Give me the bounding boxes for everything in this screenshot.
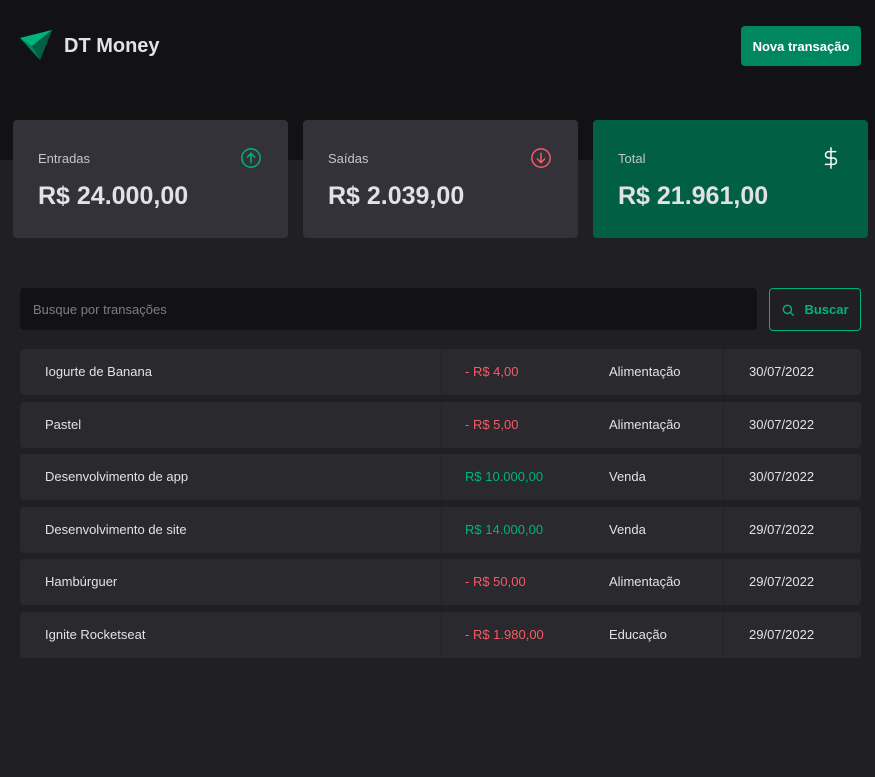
transaction-category: Venda [609,469,646,484]
search-button-label: Buscar [804,302,849,317]
cell-divider [441,401,442,448]
summary-card-income: Entradas R$ 24.000,00 [13,120,288,238]
transaction-category: Alimentação [609,416,681,432]
transaction-description: Ignite Rocketseat [45,626,146,642]
cell-divider [723,611,724,658]
transaction-category: Alimentação [609,574,681,589]
cell-divider [723,559,724,605]
transaction-date: 30/07/2022 [749,364,815,379]
transaction-price: R$ 10.000,00 [465,469,544,484]
transactions-table: Iogurte de Banana - R$ 4,00 Alimentação … [20,349,861,664]
table-row[interactable]: Desenvolvimento de app R$ 10.000,00 Vend… [20,454,861,500]
search-button[interactable]: Buscar [769,288,861,331]
new-transaction-button[interactable]: Nova transação [741,26,861,66]
logo: DT Money [20,30,160,62]
transaction-date: 29/07/2022 [749,574,815,589]
arrow-circle-up-icon [241,148,261,168]
summary-card-total: Total R$ 21.961,00 [593,120,868,238]
transaction-description: Hambúrguer [45,574,118,589]
transaction-category: Educação [609,626,667,642]
cell-divider [441,349,442,395]
arrow-circle-down-icon [531,148,551,168]
transaction-date: 30/07/2022 [749,469,815,484]
summary-label: Total [618,151,646,166]
transaction-price: - R$ 5,00 [465,416,519,432]
table-row[interactable]: Pastel - R$ 5,00 Alimentação 30/07/2022 [20,401,861,448]
cell-divider [723,454,724,500]
transaction-price: R$ 14.000,00 [465,521,544,537]
summary-label: Entradas [38,151,91,166]
dollar-icon [824,147,838,169]
summary-value: R$ 24.000,00 [38,182,189,210]
transaction-date: 29/07/2022 [749,521,815,537]
app-title: DT Money [64,34,160,57]
search-input[interactable] [20,288,757,330]
cell-divider [723,401,724,448]
summary-value: R$ 21.961,00 [618,182,769,210]
summary-label: Saídas [328,151,369,166]
transaction-date: 29/07/2022 [749,626,815,642]
cell-divider [441,611,442,658]
cell-divider [441,506,442,553]
transaction-category: Alimentação [609,364,681,379]
table-row[interactable]: Hambúrguer - R$ 50,00 Alimentação 29/07/… [20,559,861,605]
transaction-price: - R$ 1.980,00 [465,626,544,642]
cell-divider [441,559,442,605]
transaction-date: 30/07/2022 [749,416,815,432]
transaction-description: Desenvolvimento de site [45,521,187,537]
table-row[interactable]: Ignite Rocketseat - R$ 1.980,00 Educação… [20,611,861,658]
transaction-price: - R$ 4,00 [465,364,519,379]
search-icon [783,304,795,316]
cell-divider [723,506,724,553]
transaction-description: Desenvolvimento de app [45,469,189,484]
table-row[interactable]: Iogurte de Banana - R$ 4,00 Alimentação … [20,349,861,395]
logo-icon [20,30,52,60]
transaction-category: Venda [609,521,646,537]
transaction-description: Iogurte de Banana [45,364,152,379]
cell-divider [723,349,724,395]
cell-divider [441,454,442,500]
table-row[interactable]: Desenvolvimento de site R$ 14.000,00 Ven… [20,506,861,553]
summary-value: R$ 2.039,00 [328,182,465,210]
transaction-description: Pastel [45,416,82,432]
transaction-price: - R$ 50,00 [465,574,526,589]
summary-card-outcome: Saídas R$ 2.039,00 [303,120,578,238]
